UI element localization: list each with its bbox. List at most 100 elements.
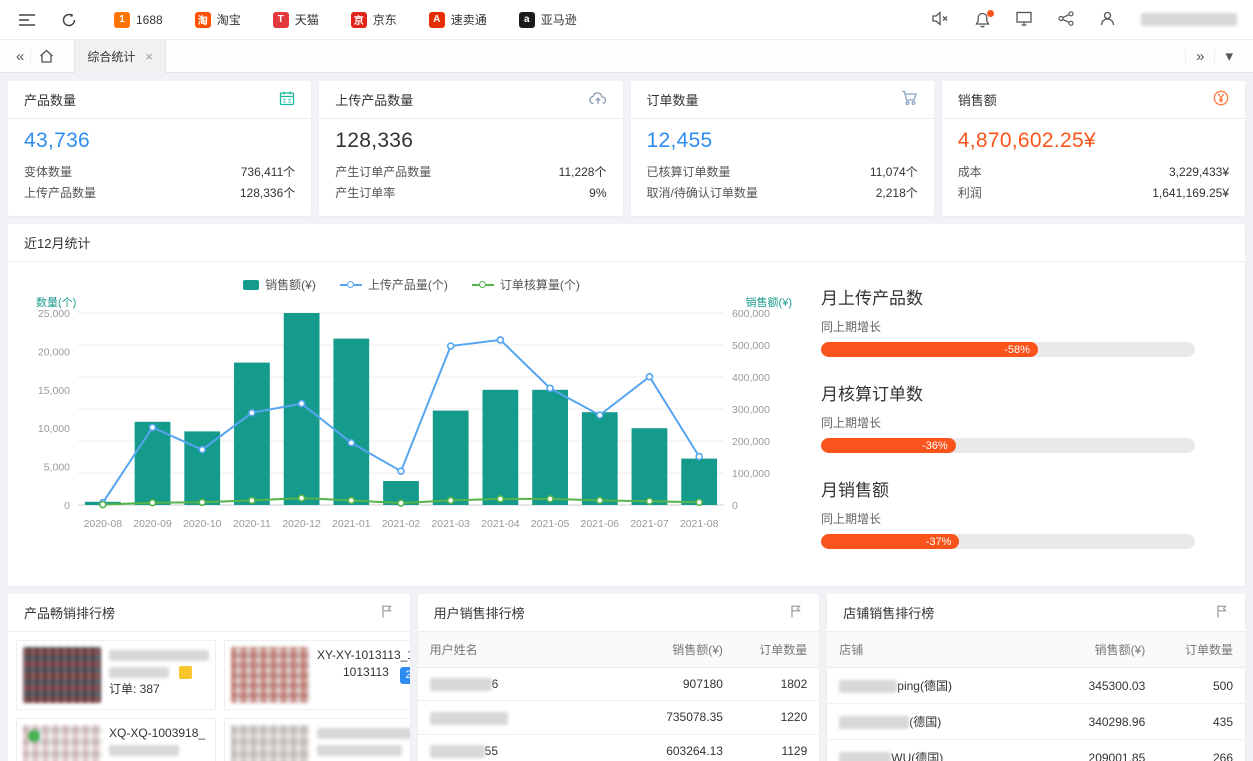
product-card[interactable]: XQ-XQ-1003918_ [16,718,216,761]
tabs-scroll-right-icon[interactable]: » [1185,49,1214,64]
table-row[interactable]: WU(德国) 209001.85 266 [827,740,1245,761]
stat-value: 12,455 [647,129,918,153]
panel-title: 产品畅销排行榜 [24,603,115,622]
stat-card-title: 产品数量 [24,90,76,109]
collapse-menu-icon[interactable] [16,9,38,31]
redacted-name [839,752,891,761]
flag-icon[interactable] [789,604,803,621]
column-header[interactable]: 用户姓名 [418,632,627,668]
svg-text:2021-06: 2021-06 [580,518,619,530]
table-row[interactable]: 6 907180 1802 [418,668,820,701]
stat-sub-value: 1,641,169.25¥ [1152,183,1229,204]
site-tmall-icon: T [273,12,289,28]
growth-progress-track: -36% [821,438,1195,453]
stat-sub-value: 11,074个 [870,162,918,183]
product-card[interactable]: 订单: 387 [16,640,216,710]
growth-title: 月上传产品数 [821,284,1195,309]
site-shortcut-1688[interactable]: 1 1688 [114,12,163,28]
column-header[interactable]: 店铺 [827,632,1044,668]
legend-item-sales[interactable]: 销售额(¥) [243,276,316,293]
column-header[interactable]: 订单数量 [1157,632,1245,668]
svg-text:100,000: 100,000 [732,468,770,480]
bar-line-chart[interactable]: 0100,000200,000300,000400,000500,000600,… [16,297,807,538]
svg-text:数量(个): 数量(个) [36,297,76,309]
product-grid: 订单: 387 XY-XY-1013113_1 1013113 2 XQ-XQ-… [8,632,410,761]
growth-progress-fill: -58% [821,342,1038,357]
user-account-redacted[interactable] [1141,13,1237,26]
svg-text:2020-09: 2020-09 [133,518,172,530]
main-content: 产品数量 43,736 变体数量736,411个 上传产品数量128,336个 … [0,73,1253,761]
growth-panel: 月上传产品数 同上期增长 -58% 月核算订单数 同上期增长 -36% 月销售额… [807,270,1237,572]
table-row[interactable]: 735078.35 1220 [418,701,820,734]
green-dot-badge [28,730,40,742]
site-shortcut-taobao[interactable]: 淘 淘宝 [195,11,241,28]
site-shortcut-tmall[interactable]: T 天猫 [273,11,319,28]
svg-text:2021-01: 2021-01 [332,518,371,530]
tabs-scroll-left-icon[interactable]: « [10,49,30,64]
legend-item-orders[interactable]: 订单核算量(个) [472,276,580,293]
cart-icon [901,90,918,109]
column-header[interactable]: 订单数量 [735,632,819,668]
screen-icon[interactable] [1016,11,1032,29]
top-toolbar: 1 1688 淘 淘宝 T 天猫 京 京东 A 速卖通 a 亚马逊 [0,0,1253,40]
site-label: 1688 [136,13,163,27]
stat-value: 4,870,602.25¥ [958,129,1229,153]
svg-text:销售额(¥): 销售额(¥) [746,297,792,309]
refresh-icon[interactable] [58,9,80,31]
notification-dot [987,10,994,17]
mute-speaker-icon[interactable] [932,11,949,29]
flag-icon[interactable] [1215,604,1229,621]
calendar-icon [279,90,295,109]
legend-item-uploads[interactable]: 上传产品量(个) [340,276,448,293]
tab-comprehensive-stats[interactable]: 综合统计 × [74,40,166,73]
legend-line-swatch [340,284,362,286]
svg-text:600,000: 600,000 [732,308,770,320]
share-nodes-icon[interactable] [1058,11,1074,29]
redacted-text [109,650,209,661]
column-header[interactable]: 销售额(¥) [626,632,734,668]
stat-sub-value: 11,228个 [559,162,607,183]
stat-label: 产生订单产品数量 [335,162,431,183]
redacted-text [317,745,402,756]
svg-text:25,000: 25,000 [38,308,70,320]
svg-text:2021-07: 2021-07 [630,518,669,530]
stat-value: 43,736 [24,129,295,153]
stat-label: 产生订单率 [335,183,395,204]
legend-label: 订单核算量(个) [500,276,580,293]
flag-icon[interactable] [380,604,394,621]
stat-sub-value: 2,218个 [876,183,918,204]
stat-label: 取消/待确认订单数量 [647,183,758,204]
growth-value: -58% [1004,344,1030,356]
product-image [23,725,101,761]
svg-text:2021-08: 2021-08 [680,518,719,530]
tabs-dropdown-icon[interactable]: ▾ [1214,49,1243,64]
site-shortcut-amazon[interactable]: a 亚马逊 [519,11,577,28]
product-orders: 订单: 387 [109,681,209,698]
site-shortcut-jd[interactable]: 京 京东 [351,11,397,28]
svg-text:2020-08: 2020-08 [84,518,123,530]
table-row[interactable]: (德国) 340298.96 435 [827,704,1245,740]
site-taobao-icon: 淘 [195,12,211,28]
user-ranking-panel: 用户销售排行榜 用户姓名 销售额(¥) 订单数量 6 907180 1802 [418,594,820,761]
home-icon[interactable] [30,49,62,64]
svg-text:0: 0 [64,500,70,512]
growth-value: -37% [926,536,952,548]
orders-cell: 1220 [735,701,819,734]
table-row[interactable]: 55 603264.13 1129 [418,734,820,761]
site-shortcut-aliexpress[interactable]: A 速卖通 [429,11,487,28]
panel-title: 店铺销售排行榜 [843,603,934,622]
site-label: 天猫 [295,11,319,28]
product-card[interactable] [224,718,410,761]
table-row[interactable]: ping(德国) 345300.03 500 [827,668,1245,704]
site-1688-icon: 1 [114,12,130,28]
tab-close-icon[interactable]: × [145,49,153,64]
user-icon[interactable] [1100,11,1115,29]
orders-cell: 435 [1157,704,1245,740]
stat-label: 利润 [958,183,982,204]
orders-cell: 1802 [735,668,819,701]
product-card[interactable]: XY-XY-1013113_1 1013113 2 [224,640,410,710]
svg-text:5,000: 5,000 [44,462,70,474]
stat-card-uploaded-products: 上传产品数量 128,336 产生订单产品数量11,228个 产生订单率9% [319,81,622,216]
column-header[interactable]: 销售额(¥) [1044,632,1157,668]
notifications-bell-icon[interactable] [975,12,990,28]
